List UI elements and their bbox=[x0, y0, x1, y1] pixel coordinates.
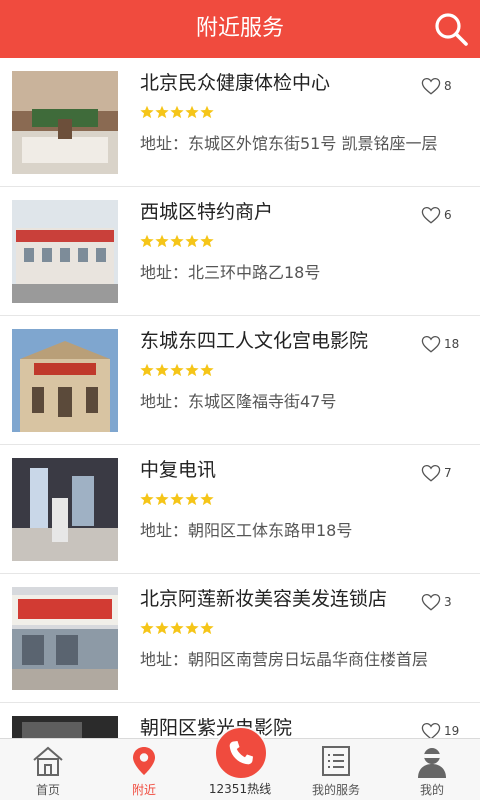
star-icon bbox=[140, 492, 154, 506]
search-icon bbox=[435, 13, 468, 46]
place-address: 地址：东城区隆福寺街47号 bbox=[140, 392, 337, 411]
place-name: 北京民众健康体检中心 bbox=[140, 72, 331, 94]
star-icon bbox=[155, 363, 169, 377]
place-name: 中复电讯 bbox=[140, 459, 217, 481]
place-name: 东城东四工人文化宫电影院 bbox=[140, 330, 369, 352]
like-button[interactable]: 3 bbox=[421, 592, 476, 612]
place-address: 地址：东城区外馆东街51号 凯景铭座一层 bbox=[140, 134, 438, 153]
star-rating bbox=[140, 492, 214, 510]
tab-nearby[interactable]: 附近 bbox=[96, 739, 192, 800]
tab-mine[interactable]: 我的 bbox=[384, 739, 480, 800]
list-item[interactable]: 中复电讯 地址：朝阳区工体东路甲18号 7 bbox=[0, 445, 480, 574]
star-icon bbox=[185, 621, 199, 635]
star-icon bbox=[170, 105, 184, 119]
like-count: 18 bbox=[444, 337, 460, 351]
list-icon bbox=[322, 746, 350, 776]
search-button[interactable] bbox=[432, 10, 470, 48]
star-icon bbox=[200, 234, 214, 248]
tab-nearby-label: 附近 bbox=[131, 783, 156, 797]
star-icon bbox=[170, 621, 184, 635]
star-rating bbox=[140, 621, 214, 639]
star-icon bbox=[200, 621, 214, 635]
home-icon bbox=[33, 746, 63, 776]
star-icon bbox=[155, 234, 169, 248]
list-item[interactable]: 北京民众健康体检中心 地址：东城区外馆东街51号 凯景铭座一层 8 bbox=[0, 58, 480, 187]
tab-my-services-label: 我的服务 bbox=[311, 783, 360, 797]
heart-icon bbox=[421, 206, 441, 224]
star-icon bbox=[185, 492, 199, 506]
place-address: 地址：朝阳区工体东路甲18号 bbox=[140, 521, 353, 540]
star-rating bbox=[140, 363, 214, 381]
place-name: 北京阿莲新妆美容美发连锁店 bbox=[140, 588, 388, 610]
star-rating bbox=[140, 105, 214, 123]
star-icon bbox=[185, 105, 199, 119]
place-photo bbox=[12, 329, 118, 432]
star-icon bbox=[200, 363, 214, 377]
place-photo bbox=[12, 716, 118, 738]
nearby-service-list: 北京民众健康体检中心 地址：东城区外馆东街51号 凯景铭座一层 8 西城区特约商… bbox=[0, 58, 480, 738]
place-address: 地址：北三环中路乙18号 bbox=[140, 263, 321, 282]
star-icon bbox=[185, 363, 199, 377]
tab-my-services[interactable]: 我的服务 bbox=[288, 739, 384, 800]
heart-icon bbox=[421, 722, 441, 738]
star-icon bbox=[170, 234, 184, 248]
place-photo bbox=[12, 200, 118, 303]
star-icon bbox=[170, 492, 184, 506]
star-icon bbox=[155, 492, 169, 506]
star-icon bbox=[155, 621, 169, 635]
list-item[interactable]: 东城东四工人文化宫电影院 地址：东城区隆福寺街47号 18 bbox=[0, 316, 480, 445]
list-item[interactable]: 北京阿莲新妆美容美发连锁店 地址：朝阳区南营房日坛晶华商住楼首层 3 bbox=[0, 574, 480, 703]
star-icon bbox=[140, 621, 154, 635]
star-icon bbox=[185, 234, 199, 248]
like-button[interactable]: 19 bbox=[421, 721, 476, 738]
like-count: 7 bbox=[444, 466, 452, 480]
place-name: 朝阳区紫光电影院 bbox=[140, 717, 293, 738]
star-icon bbox=[155, 105, 169, 119]
phone-icon bbox=[229, 741, 253, 765]
hotline-label: 12351热线 bbox=[208, 782, 272, 796]
place-photo bbox=[12, 71, 118, 174]
like-button[interactable]: 7 bbox=[421, 463, 476, 483]
like-button[interactable]: 8 bbox=[421, 76, 476, 96]
star-icon bbox=[170, 363, 184, 377]
tab-mine-label: 我的 bbox=[419, 783, 444, 797]
user-icon bbox=[418, 748, 446, 778]
heart-icon bbox=[421, 77, 441, 95]
place-photo bbox=[12, 587, 118, 690]
star-icon bbox=[140, 234, 154, 248]
like-button[interactable]: 6 bbox=[421, 205, 476, 225]
like-button[interactable]: 18 bbox=[421, 334, 476, 354]
star-icon bbox=[140, 105, 154, 119]
star-icon bbox=[200, 492, 214, 506]
like-count: 8 bbox=[444, 79, 452, 93]
like-count: 19 bbox=[444, 724, 460, 738]
tab-home[interactable]: 首页 bbox=[0, 739, 96, 800]
tab-home-label: 首页 bbox=[35, 783, 60, 797]
hotline-call-button[interactable] bbox=[214, 726, 268, 780]
list-item[interactable]: 西城区特约商户 地址：北三环中路乙18号 6 bbox=[0, 187, 480, 316]
heart-icon bbox=[421, 335, 441, 353]
place-photo bbox=[12, 458, 118, 561]
like-count: 6 bbox=[444, 208, 452, 222]
heart-icon bbox=[421, 593, 441, 611]
place-name: 西城区特约商户 bbox=[140, 201, 274, 223]
app-header: 附近服务 bbox=[0, 0, 480, 58]
place-address: 地址：朝阳区南营房日坛晶华商住楼首层 bbox=[140, 650, 429, 669]
star-rating bbox=[140, 234, 214, 252]
star-icon bbox=[140, 363, 154, 377]
star-icon bbox=[200, 105, 214, 119]
location-pin-icon bbox=[133, 747, 155, 775]
page-title: 附近服务 bbox=[195, 16, 284, 41]
like-count: 3 bbox=[444, 595, 452, 609]
heart-icon bbox=[421, 464, 441, 482]
